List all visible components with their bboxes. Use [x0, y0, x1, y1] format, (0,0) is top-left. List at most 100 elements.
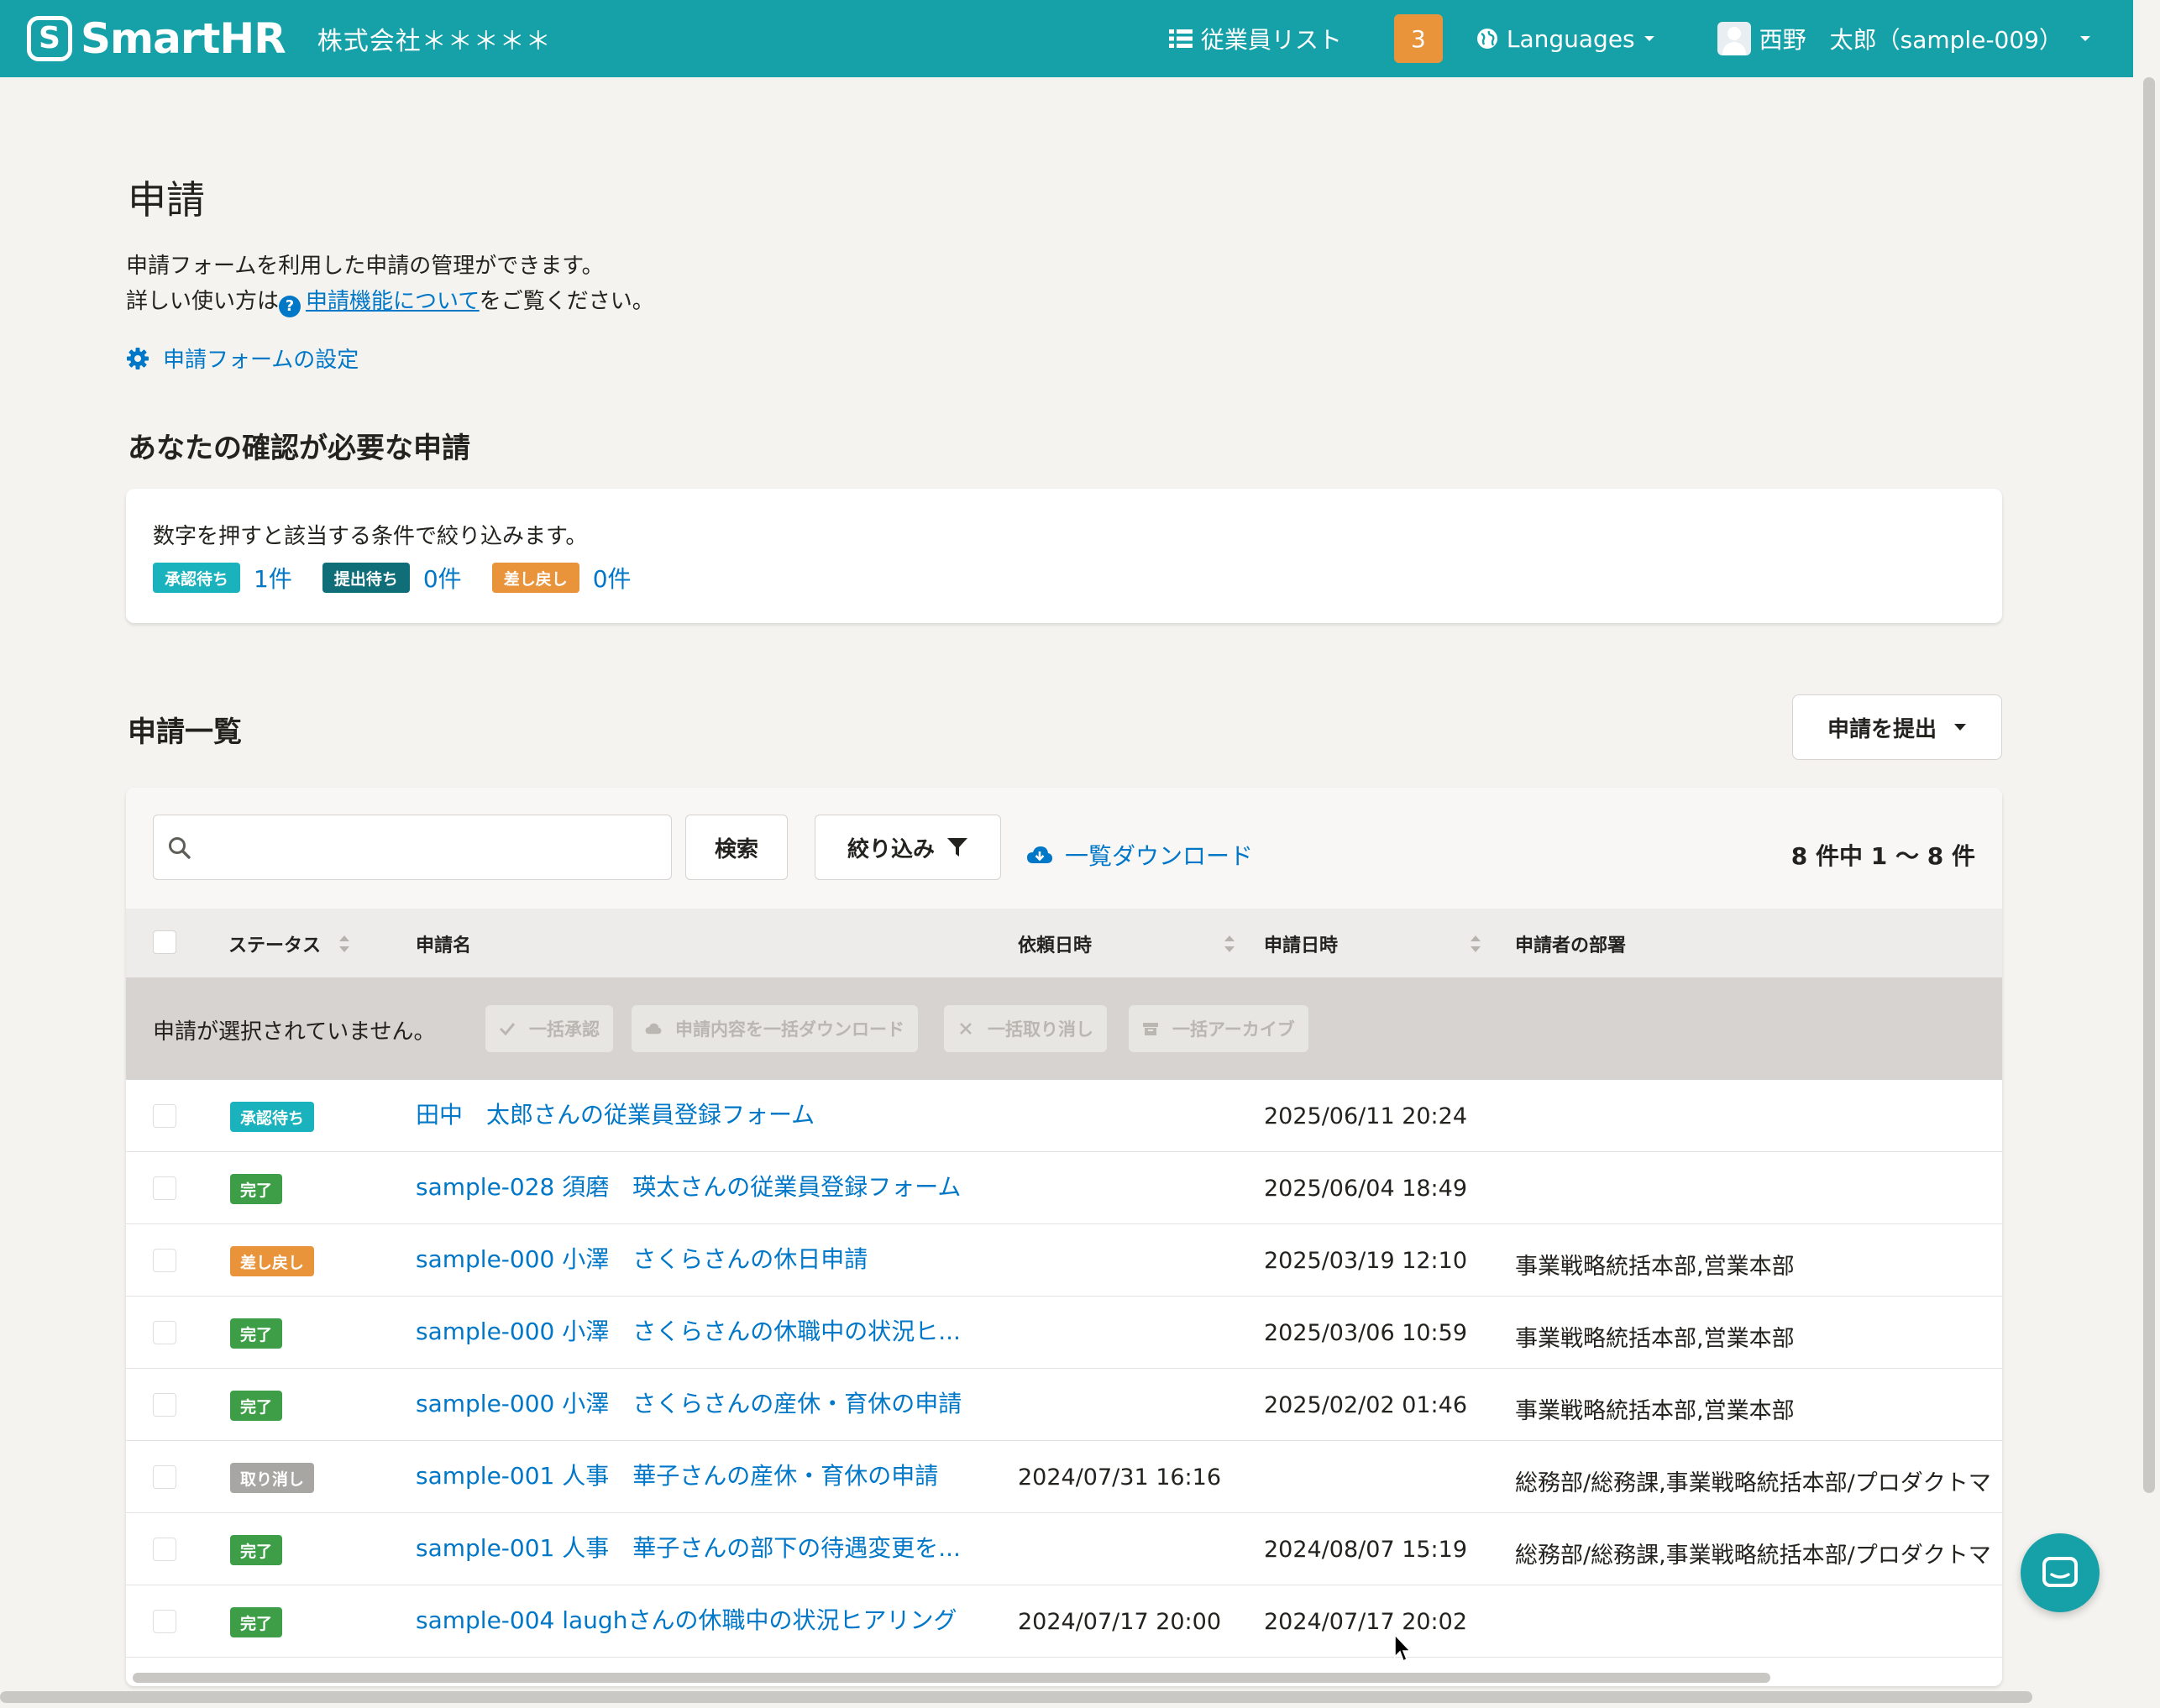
caret-down-icon — [1644, 36, 1654, 41]
confirm-note: 数字を押すと該当する条件で絞り込みます。 — [153, 524, 588, 549]
confirm-section-title: あなたの確認が必要な申請 — [128, 432, 470, 465]
row-checkbox[interactable] — [153, 1321, 176, 1344]
table-row[interactable]: 承認待ち 田中 太郎さんの従業員登録フォーム 2025/06/11 20:24 — [126, 1080, 2002, 1152]
table-row[interactable]: 取り消し sample-001 人事 華子さんの産休・育休の申請 2024/07… — [126, 1441, 2002, 1513]
table-row[interactable]: 完了 sample-000 小澤 さくらさんの休職中の状況ヒ... 2025/0… — [126, 1297, 2002, 1369]
row-checkbox[interactable] — [153, 1104, 176, 1128]
search-icon — [169, 837, 191, 859]
table-horizontal-scrollbar[interactable] — [133, 1673, 1770, 1683]
submit-request-button[interactable]: 申請を提出 — [1792, 694, 2002, 760]
submit-request-label: 申請を提出 — [1827, 716, 1937, 742]
request-name-link[interactable]: sample-004 laughさんの休職中の状況ヒアリング — [416, 1602, 957, 1636]
row-checkbox[interactable] — [153, 1176, 176, 1200]
close-icon — [960, 1023, 972, 1035]
cloud-download-icon — [1027, 846, 1052, 863]
search-input[interactable] — [204, 824, 658, 871]
globe-icon — [1476, 29, 1497, 49]
status-filter-row: 承認待ち 1件 提出待ち 0件 差し戻し 0件 — [153, 561, 662, 595]
table-row[interactable]: 完了 sample-000 小澤 さくらさんの産休・育休の申請 2025/02/… — [126, 1369, 2002, 1441]
chat-support-button[interactable] — [2021, 1533, 2100, 1612]
requested-at: 2024/07/31 16:16 — [1018, 1464, 1222, 1491]
bulk-action-bar: 申請が選択されていません。 一括承認 申請内容を一括ダウンロード 一括取り消し … — [126, 977, 2002, 1080]
languages-label: Languages — [1506, 24, 1635, 53]
table-row[interactable]: 完了 sample-028 須磨 瑛太さんの従業員登録フォーム 2025/06/… — [126, 1152, 2002, 1224]
employee-list-link[interactable]: 従業員リスト — [1168, 22, 1342, 55]
desc-line-2: 詳しい使い方は? 申請機能についてをご覧ください。 — [126, 284, 654, 319]
status-badge: 承認待ち — [230, 1102, 315, 1132]
request-name-link[interactable]: sample-028 須磨 瑛太さんの従業員登録フォーム — [416, 1169, 961, 1202]
row-checkbox[interactable] — [153, 1249, 176, 1272]
request-name-link[interactable]: sample-000 小澤 さくらさんの休職中の状況ヒ... — [416, 1313, 961, 1347]
bulk-download-button[interactable]: 申請内容を一括ダウンロード — [632, 1005, 918, 1052]
column-requested-label: 依頼日時 — [1018, 935, 1093, 956]
department: 事業戦略統括本部,営業本部 — [1515, 1398, 1795, 1424]
request-name-link[interactable]: sample-001 人事 華子さんの産休・育休の申請 — [416, 1458, 938, 1491]
page-vertical-scrollbar[interactable] — [2143, 77, 2155, 1493]
status-tag-pending-approval: 承認待ち — [153, 563, 241, 593]
desc-line-1: 申請フォームを利用した申請の管理ができます。 — [126, 254, 604, 279]
confirm-card: 数字を押すと該当する条件で絞り込みます。 承認待ち 1件 提出待ち 0件 差し戻… — [126, 489, 2002, 623]
list-toolbar: 検索 絞り込み 一覧ダウンロード 8 件中 1 〜 8 件 — [126, 788, 2002, 909]
top-header: S SmartHR 株式会社＊＊＊＊＊ 従業員リスト 3 Languages 西… — [0, 0, 2133, 77]
row-checkbox[interactable] — [153, 1393, 176, 1417]
table-row[interactable]: 完了 sample-001 人事 華子さんの部下の待遇変更を... 2024/0… — [126, 1513, 2002, 1585]
list-icon — [1168, 29, 1193, 48]
sort-icon — [339, 935, 350, 952]
bulk-download-label: 申請内容を一括ダウンロード — [675, 1019, 904, 1040]
pending-approval-count[interactable]: 1件 — [254, 561, 292, 595]
column-applied-label: 申請日時 — [1264, 935, 1339, 956]
request-list-card: 検索 絞り込み 一覧ダウンロード 8 件中 1 〜 8 件 ステータス 申請名 — [126, 788, 2002, 1686]
list-download-link[interactable]: 一覧ダウンロード — [1026, 838, 1253, 872]
status-badge: 取り消し — [230, 1463, 315, 1493]
form-settings-link[interactable]: 申請フォームの設定 — [126, 343, 359, 374]
bulk-selection-note: 申請が選択されていません。 — [153, 1019, 436, 1045]
archive-icon — [1143, 1023, 1158, 1035]
list-download-label: 一覧ダウンロード — [1065, 842, 1254, 870]
status-tag-returned: 差し戻し — [491, 563, 579, 593]
row-checkbox[interactable] — [153, 1465, 176, 1489]
logo-text: SmartHR — [81, 14, 286, 63]
search-box — [153, 815, 672, 880]
user-name: 西野 太郎（sample-009） — [1759, 26, 2063, 54]
caret-down-icon — [2080, 36, 2090, 41]
request-name-link[interactable]: sample-001 人事 華子さんの部下の待遇変更を... — [416, 1530, 961, 1564]
smarthr-logo[interactable]: S SmartHR — [27, 14, 286, 63]
column-applied[interactable]: 申請日時 — [1264, 930, 1482, 957]
page-title: 申請 — [128, 177, 205, 223]
help-link[interactable]: 申請機能について — [306, 289, 480, 314]
row-checkbox[interactable] — [153, 1610, 176, 1633]
returned-count[interactable]: 0件 — [593, 561, 632, 595]
column-requested[interactable]: 依頼日時 — [1018, 930, 1236, 957]
filter-button[interactable]: 絞り込み — [815, 815, 1001, 880]
request-name-link[interactable]: sample-000 小澤 さくらさんの休日申請 — [416, 1241, 868, 1275]
desc-prefix: 詳しい使い方は — [126, 289, 280, 314]
applied-at: 2025/06/11 20:24 — [1264, 1103, 1468, 1129]
column-dept: 申請者の部署 — [1515, 935, 1627, 956]
request-name-link[interactable]: sample-000 小澤 さくらさんの産休・育休の申請 — [416, 1386, 962, 1419]
languages-dropdown[interactable]: Languages — [1476, 25, 1655, 53]
status-badge: 差し戻し — [230, 1246, 315, 1276]
page-horizontal-scrollbar[interactable] — [0, 1691, 2032, 1703]
bulk-cancel-label: 一括取り消し — [988, 1019, 1093, 1040]
bulk-approve-button[interactable]: 一括承認 — [485, 1005, 613, 1052]
help-icon: ? — [279, 296, 301, 317]
gear-icon — [127, 347, 149, 369]
request-name-link[interactable]: 田中 太郎さんの従業員登録フォーム — [416, 1097, 815, 1130]
status-badge: 完了 — [230, 1174, 283, 1204]
bulk-archive-button[interactable]: 一括アーカイブ — [1129, 1005, 1308, 1052]
column-status-label: ステータス — [228, 935, 322, 956]
pending-submission-count[interactable]: 0件 — [423, 561, 462, 595]
user-menu[interactable]: 西野 太郎（sample-009） — [1717, 22, 2091, 55]
filter-icon — [947, 838, 967, 857]
bulk-cancel-button[interactable]: 一括取り消し — [944, 1005, 1107, 1052]
table-row[interactable]: 差し戻し sample-000 小澤 さくらさんの休日申請 2025/03/19… — [126, 1224, 2002, 1297]
row-checkbox[interactable] — [153, 1538, 176, 1561]
search-button[interactable]: 検索 — [685, 815, 788, 880]
notification-badge[interactable]: 3 — [1393, 14, 1443, 63]
status-badge: 完了 — [230, 1535, 283, 1565]
table-row[interactable]: 完了 sample-004 laughさんの休職中の状況ヒアリング 2024/0… — [126, 1585, 2002, 1658]
form-settings-label: 申請フォームの設定 — [163, 348, 359, 373]
column-status[interactable]: ステータス — [228, 930, 351, 957]
sort-icon — [1224, 935, 1235, 952]
select-all-checkbox[interactable] — [153, 930, 176, 954]
